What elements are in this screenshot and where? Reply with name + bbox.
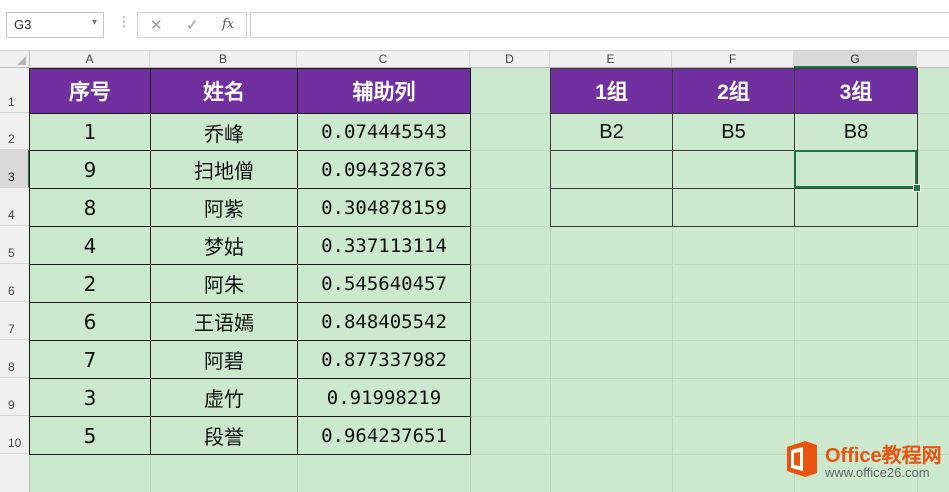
group-cell[interactable] bbox=[672, 150, 795, 189]
cell-name[interactable]: 阿紫 bbox=[150, 188, 298, 227]
cell-index[interactable]: 6 bbox=[29, 302, 151, 341]
table-row: 5 段誉 0.964237651 bbox=[29, 416, 471, 455]
group-header-3[interactable]: 3组 bbox=[794, 68, 918, 114]
table-row bbox=[550, 188, 918, 227]
watermark-url: www.office26.com bbox=[825, 465, 930, 480]
table-row: 1 乔峰 0.074445543 bbox=[29, 113, 471, 151]
header-cell-index[interactable]: 序号 bbox=[29, 68, 151, 114]
row-header-1[interactable]: 1 bbox=[0, 68, 30, 113]
column-header-d[interactable]: D bbox=[470, 51, 550, 68]
chevron-down-icon[interactable]: ▾ bbox=[92, 17, 97, 28]
header-cell-name[interactable]: 姓名 bbox=[150, 68, 298, 114]
column-header-h[interactable] bbox=[917, 51, 949, 68]
cell-name[interactable]: 扫地僧 bbox=[150, 150, 298, 189]
group-cell[interactable]: B5 bbox=[672, 113, 795, 151]
cell-index[interactable]: 1 bbox=[29, 113, 151, 151]
column-header-c[interactable]: C bbox=[297, 51, 470, 68]
table-row: B2 B5 B8 bbox=[550, 113, 918, 151]
table-row: 7 阿碧 0.877337982 bbox=[29, 340, 471, 379]
cell-name[interactable]: 阿朱 bbox=[150, 264, 298, 303]
cell-name[interactable]: 梦姑 bbox=[150, 226, 298, 265]
cell-helper[interactable]: 0.91998219 bbox=[297, 378, 471, 417]
group-table: 1组 2组 3组 B2 B5 B8 bbox=[550, 68, 918, 227]
column-header-b[interactable]: B bbox=[150, 51, 297, 68]
cell-index[interactable]: 9 bbox=[29, 150, 151, 189]
column-header-a[interactable]: A bbox=[30, 51, 150, 68]
table-row: 4 梦姑 0.337113114 bbox=[29, 226, 471, 265]
cell-helper[interactable]: 0.848405542 bbox=[297, 302, 471, 341]
cell-helper[interactable]: 0.964237651 bbox=[297, 416, 471, 455]
cell-name[interactable]: 乔峰 bbox=[150, 113, 298, 151]
cell-helper[interactable]: 0.877337982 bbox=[297, 340, 471, 379]
more-options-icon[interactable]: ⋮ bbox=[117, 14, 131, 30]
watermark-title: Office教程网 bbox=[825, 445, 942, 467]
name-box-value: G3 bbox=[14, 17, 32, 32]
cell-index[interactable]: 3 bbox=[29, 378, 151, 417]
group-cell[interactable]: B2 bbox=[550, 113, 673, 151]
row-header-3[interactable]: 3 bbox=[0, 150, 30, 188]
row-header-11[interactable] bbox=[0, 454, 30, 492]
cell-index[interactable]: 5 bbox=[29, 416, 151, 455]
cell-name[interactable]: 虚竹 bbox=[150, 378, 298, 417]
select-all-button[interactable] bbox=[0, 51, 30, 68]
name-box[interactable]: G3 ▾ bbox=[6, 12, 104, 38]
cell-helper[interactable]: 0.094328763 bbox=[297, 150, 471, 189]
group-cell[interactable] bbox=[794, 188, 918, 227]
column-header-e[interactable]: E bbox=[550, 51, 672, 68]
group-cell[interactable]: B8 bbox=[794, 113, 918, 151]
table-row: 8 阿紫 0.304878159 bbox=[29, 188, 471, 227]
group-header-1[interactable]: 1组 bbox=[550, 68, 673, 114]
row-header-5[interactable]: 5 bbox=[0, 226, 30, 264]
column-header-g[interactable]: G bbox=[794, 51, 917, 68]
row-header-6[interactable]: 6 bbox=[0, 264, 30, 302]
column-header-f[interactable]: F bbox=[672, 51, 794, 68]
watermark: Office教程网 www.office26.com bbox=[785, 437, 945, 489]
cell-index[interactable]: 2 bbox=[29, 264, 151, 303]
formula-buttons: ✕ ✓ fx bbox=[137, 12, 247, 38]
group-cell[interactable] bbox=[672, 188, 795, 227]
cell-helper[interactable]: 0.337113114 bbox=[297, 226, 471, 265]
table-row bbox=[550, 150, 918, 189]
enter-icon[interactable]: ✓ bbox=[186, 16, 199, 34]
cell-name[interactable]: 段誉 bbox=[150, 416, 298, 455]
cell-index[interactable]: 4 bbox=[29, 226, 151, 265]
cell-helper[interactable]: 0.304878159 bbox=[297, 188, 471, 227]
fill-handle[interactable] bbox=[913, 184, 921, 192]
insert-function-button[interactable]: fx bbox=[222, 17, 234, 32]
group-cell[interactable] bbox=[550, 150, 673, 189]
row-header-4[interactable]: 4 bbox=[0, 188, 30, 226]
row-header-8[interactable]: 8 bbox=[0, 340, 30, 378]
cell-helper[interactable]: 0.074445543 bbox=[297, 113, 471, 151]
table-row: 6 王语嫣 0.848405542 bbox=[29, 302, 471, 341]
cell-index[interactable]: 7 bbox=[29, 340, 151, 379]
group-cell[interactable] bbox=[794, 150, 918, 189]
table-row: 3 虚竹 0.91998219 bbox=[29, 378, 471, 417]
row-header-9[interactable]: 9 bbox=[0, 378, 30, 416]
formula-input[interactable] bbox=[250, 12, 949, 38]
table-row: 9 扫地僧 0.094328763 bbox=[29, 150, 471, 189]
row-header-7[interactable]: 7 bbox=[0, 302, 30, 340]
table-row: 2 阿朱 0.545640457 bbox=[29, 264, 471, 303]
row-header-2[interactable]: 2 bbox=[0, 113, 30, 150]
cell-helper[interactable]: 0.545640457 bbox=[297, 264, 471, 303]
cancel-icon[interactable]: ✕ bbox=[150, 16, 163, 34]
cell-index[interactable]: 8 bbox=[29, 188, 151, 227]
cell-name[interactable]: 王语嫣 bbox=[150, 302, 298, 341]
main-data-table: 序号 姓名 辅助列 1 乔峰 0.074445543 9 扫地僧 0.09432… bbox=[29, 68, 471, 455]
office-logo-icon bbox=[787, 441, 817, 477]
group-header-2[interactable]: 2组 bbox=[672, 68, 795, 114]
header-cell-helper[interactable]: 辅助列 bbox=[297, 68, 471, 114]
group-cell[interactable] bbox=[550, 188, 673, 227]
row-header-10[interactable]: 10 bbox=[0, 416, 30, 454]
formula-toolbar: G3 ▾ ⋮ ✕ ✓ fx bbox=[0, 0, 949, 51]
select-all-icon bbox=[17, 56, 26, 65]
cell-name[interactable]: 阿碧 bbox=[150, 340, 298, 379]
